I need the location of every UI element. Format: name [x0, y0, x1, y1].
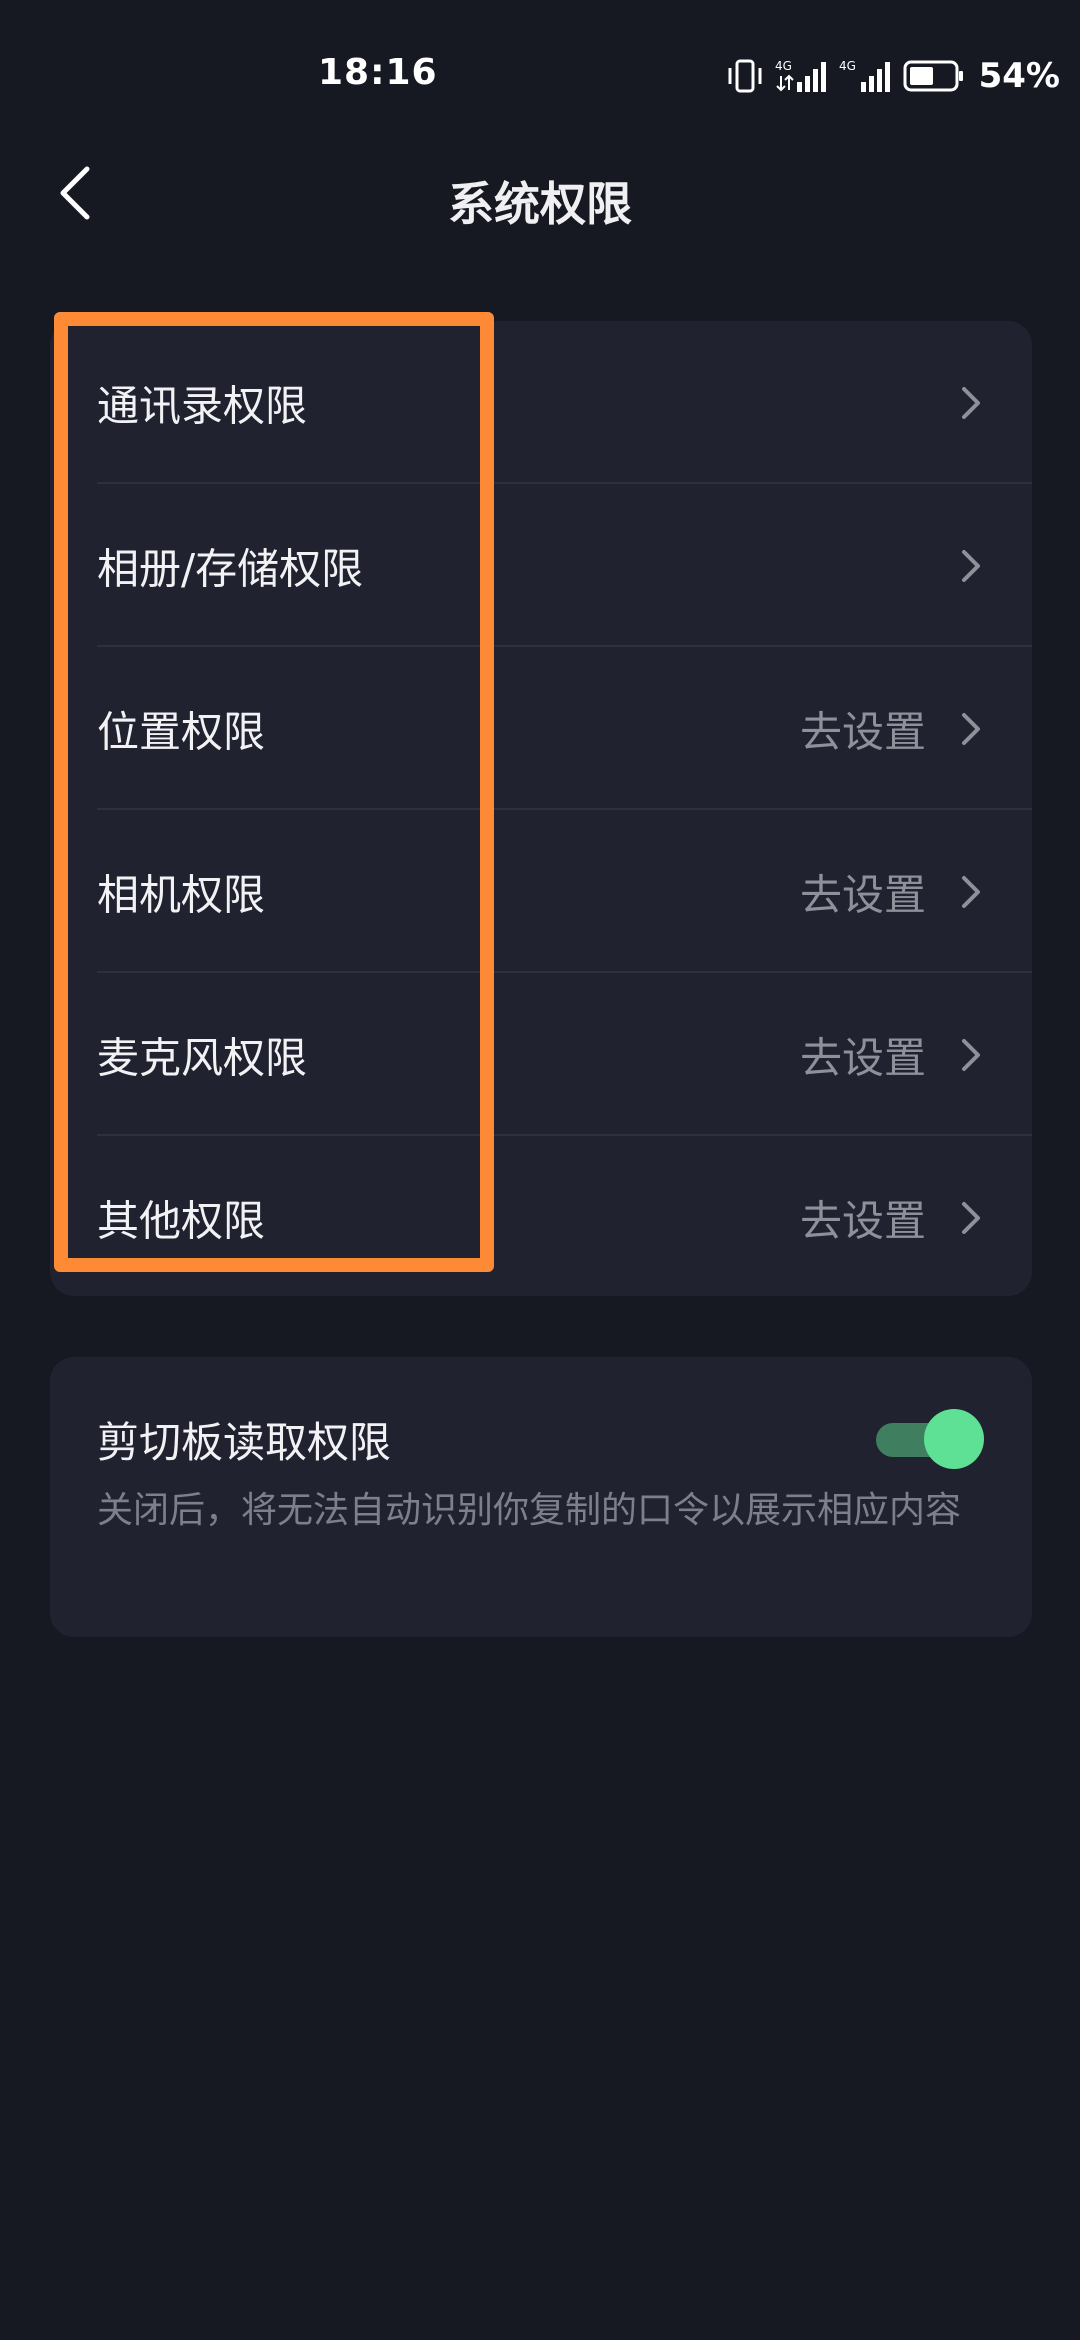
status-time: 18:16 [318, 52, 438, 93]
signal-icon-1: 4G [775, 58, 829, 94]
permission-row-other[interactable]: 其他权限 去设置 [50, 1136, 1032, 1296]
permission-row-contacts[interactable]: 通讯录权限 [50, 321, 1032, 484]
status-bar: 18:16 4G 4G 54% [0, 0, 1080, 150]
permission-label: 其他权限 [97, 1196, 266, 1245]
permission-row-microphone[interactable]: 麦克风权限 去设置 [50, 973, 1032, 1136]
toggle-knob [924, 1409, 984, 1469]
permission-label: 通讯录权限 [97, 381, 308, 430]
clipboard-toggle[interactable] [876, 1409, 984, 1469]
permission-row-location[interactable]: 位置权限 去设置 [50, 647, 1032, 810]
permission-label: 相册/存储权限 [97, 544, 364, 593]
status-icons: 4G 4G 54% [725, 54, 1060, 98]
chevron-right-icon [954, 872, 988, 912]
permission-label: 麦克风权限 [97, 1033, 308, 1082]
permission-row-camera[interactable]: 相机权限 去设置 [50, 810, 1032, 973]
svg-text:4G: 4G [839, 59, 856, 73]
chevron-right-icon [954, 709, 988, 749]
permission-action: 去设置 [799, 1033, 926, 1082]
header: 系统权限 [0, 150, 1080, 240]
permissions-card: 通讯录权限 相册/存储权限 位置权限 去设置 相机权限 去设置 麦克风权限 去设… [50, 321, 1032, 1296]
chevron-right-icon [954, 383, 988, 423]
permission-action: 去设置 [799, 707, 926, 756]
permission-action: 去设置 [799, 870, 926, 919]
permission-label: 位置权限 [97, 707, 266, 756]
page-title: 系统权限 [448, 177, 632, 231]
permission-row-storage[interactable]: 相册/存储权限 [50, 484, 1032, 647]
permission-label: 相机权限 [97, 870, 266, 919]
signal-icon-2: 4G [839, 58, 893, 94]
battery-percent: 54% [978, 56, 1060, 96]
chevron-right-icon [954, 546, 988, 586]
chevron-right-icon [954, 1198, 988, 1238]
permission-action: 去设置 [799, 1196, 926, 1245]
clipboard-title: 剪切板读取权限 [97, 1418, 392, 1467]
svg-text:4G: 4G [775, 59, 792, 73]
chevron-right-icon [954, 1035, 988, 1075]
battery-icon [903, 59, 965, 93]
clipboard-card: 剪切板读取权限 关闭后，将无法自动识别你复制的口令以展示相应内容 [50, 1357, 1032, 1637]
vibrate-icon [725, 58, 765, 94]
clipboard-description: 关闭后，将无法自动识别你复制的口令以展示相应内容 [97, 1490, 962, 1531]
